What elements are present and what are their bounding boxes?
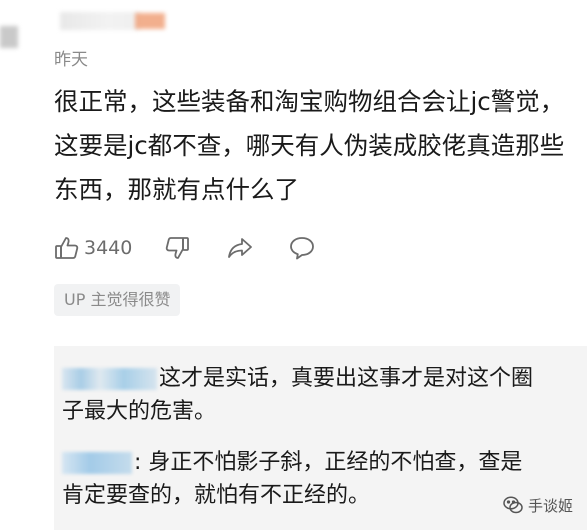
- reply-item[interactable]: 这才是实话，真要出这事才是对这个圈 子最大的危害。: [62, 362, 582, 428]
- comment-text: 很正常，这些装备和淘宝购物组合会让jc警觉， 这要是jc都不查，哪天有人伪装成胶…: [54, 80, 587, 212]
- comment-line: 东西，那就有点什么了: [54, 175, 299, 204]
- reply-line: 子最大的危害。: [62, 399, 217, 424]
- thumbs-up-icon: [54, 235, 80, 261]
- reply-text: : 身正不怕影子斜，正经的不怕查，查是: [134, 450, 523, 475]
- share-button[interactable]: [226, 235, 254, 261]
- user-level-badge-blurred: [135, 13, 165, 29]
- like-count: 3440: [84, 237, 133, 259]
- comment-bubble-icon: [288, 235, 316, 261]
- reply-username-blurred[interactable]: [62, 368, 157, 390]
- comment-timestamp: 昨天: [54, 50, 88, 70]
- wechat-logo-icon: [502, 494, 524, 516]
- dislike-button[interactable]: [164, 235, 190, 261]
- comment-page: 昨天 很正常，这些装备和淘宝购物组合会让jc警觉， 这要是jc都不查，哪天有人伪…: [0, 0, 587, 530]
- reply-line: : 身正不怕影子斜，正经的不怕查，查是: [62, 446, 582, 479]
- watermark-text: 手谈姬: [527, 496, 573, 515]
- like-button[interactable]: 3440: [54, 235, 132, 261]
- comment-line: 很正常，这些装备和淘宝购物组合会让jc警觉，: [54, 87, 565, 116]
- comment-line: 这要是jc都不查，哪天有人伪装成胶佬真造那些: [54, 131, 565, 160]
- watermark: 手谈姬: [502, 494, 573, 516]
- reply-text: 这才是实话，真要出这事才是对这个圈: [159, 366, 534, 391]
- comment-actions: 3440: [54, 232, 316, 264]
- username-blurred[interactable]: [60, 12, 140, 30]
- reply-button[interactable]: [288, 235, 316, 261]
- reply-line: 这才是实话，真要出这事才是对这个圈: [62, 362, 582, 395]
- thumbs-down-icon: [164, 235, 190, 261]
- avatar[interactable]: [0, 26, 18, 48]
- share-icon: [226, 235, 254, 261]
- reply-username-blurred[interactable]: [62, 452, 132, 474]
- up-liked-badge: UP 主觉得很赞: [54, 284, 181, 316]
